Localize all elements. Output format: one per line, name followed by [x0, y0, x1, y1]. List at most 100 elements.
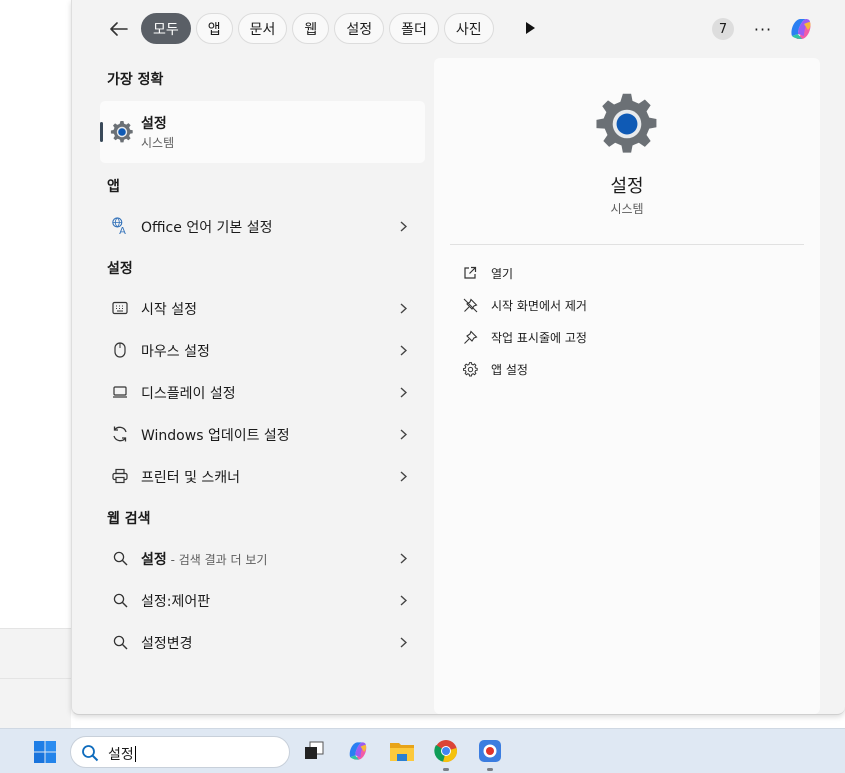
filter-documents[interactable]: 문서 [237, 13, 288, 44]
recorder-icon [479, 740, 501, 762]
copilot-taskbar-button[interactable] [345, 738, 371, 764]
display-icon [111, 383, 129, 401]
details-subtitle: 시스템 [610, 202, 644, 216]
more-options-button[interactable]: ··· [752, 18, 774, 40]
printer-icon [111, 467, 129, 485]
action-pin-taskbar[interactable]: 작업 표시줄에 고정 [462, 327, 587, 347]
chrome-button[interactable] [433, 738, 459, 764]
recorder-button[interactable] [477, 738, 503, 764]
search-icon [82, 745, 99, 762]
office-language-icon: A [111, 217, 129, 236]
app-result-office-language[interactable]: A Office 언어 기본 설정 [100, 207, 425, 245]
taskbar-search-box[interactable]: 설정 [70, 736, 290, 768]
filter-photos[interactable]: 사진 [443, 13, 494, 44]
chevron-right-icon[interactable] [396, 550, 410, 566]
filter-folders[interactable]: 폴더 [389, 13, 439, 44]
web-result-query: 설정 [141, 552, 167, 568]
back-arrow-icon [110, 22, 128, 36]
task-view-icon [305, 741, 324, 759]
file-explorer-button[interactable] [389, 738, 415, 764]
chevron-right-icon[interactable] [396, 468, 410, 484]
action-app-settings[interactable]: 앱 설정 [462, 359, 528, 379]
section-apps: 앱 [107, 179, 120, 195]
filter-all[interactable]: 모두 [141, 13, 191, 44]
action-unpin-start[interactable]: 시작 화면에서 제거 [462, 295, 587, 315]
web-result-more[interactable]: 설정 - 검색 결과 더 보기 [100, 539, 425, 577]
back-button[interactable] [108, 18, 130, 40]
keyboard-icon [111, 299, 129, 317]
setting-result-display[interactable]: 디스플레이 설정 [100, 373, 425, 411]
best-match-title: 설정 [141, 116, 167, 132]
web-result-suffix: - 검색 결과 더 보기 [166, 553, 268, 567]
filter-settings[interactable]: 설정 [334, 13, 385, 44]
section-settings: 설정 [107, 261, 133, 277]
result-count-badge: 7 [712, 18, 734, 40]
search-input-value: 설정 [108, 747, 134, 763]
setting-result-label: 시작 설정 [141, 302, 197, 318]
copilot-button[interactable] [786, 14, 816, 44]
filter-tabs: 모두 앱 문서 웹 설정 폴더 사진 [141, 13, 494, 44]
copilot-icon [791, 19, 811, 39]
chrome-icon [434, 740, 457, 762]
mouse-icon [111, 341, 129, 359]
chevron-right-icon[interactable] [396, 342, 410, 358]
play-icon [526, 22, 535, 34]
action-open[interactable]: 열기 [462, 263, 513, 283]
action-label: 열기 [491, 266, 514, 281]
web-result-control-panel[interactable]: 설정:제어판 [100, 581, 425, 619]
running-indicator [443, 768, 449, 771]
gear-icon [596, 93, 657, 153]
action-label: 앱 설정 [491, 362, 528, 377]
running-indicator [487, 768, 493, 771]
setting-result-label: 마우스 설정 [141, 344, 210, 360]
details-pane: 설정 시스템 열기 시작 화면에서 제거 작업 표시줄에 고정 앱 설정 [434, 58, 820, 714]
setting-result-label: Windows 업데이트 설정 [141, 428, 290, 444]
refresh-icon [111, 425, 129, 443]
setting-result-printer[interactable]: 프린터 및 스캐너 [100, 457, 425, 495]
open-external-icon [462, 265, 478, 281]
filter-web[interactable]: 웹 [292, 13, 330, 44]
windows-logo-icon [34, 741, 56, 763]
text-caret [134, 746, 136, 762]
search-panel: 모두 앱 문서 웹 설정 폴더 사진 7 ··· 가장 정확 설정 시스템 앱 [71, 0, 845, 715]
best-match-subtitle: 시스템 [141, 136, 175, 150]
action-label: 시작 화면에서 제거 [491, 298, 587, 313]
web-result-label: 설정 - 검색 결과 더 보기 [141, 549, 267, 569]
setting-result-mouse[interactable]: 마우스 설정 [100, 331, 425, 369]
task-view-button[interactable] [301, 738, 327, 764]
more-filters-button[interactable] [522, 20, 538, 36]
gear-icon [110, 121, 133, 143]
setting-result-windows-update[interactable]: Windows 업데이트 설정 [100, 415, 425, 453]
copilot-icon [349, 742, 367, 760]
chevron-right-icon[interactable] [396, 384, 410, 400]
web-result-change[interactable]: 설정변경 [100, 623, 425, 661]
app-result-label: Office 언어 기본 설정 [141, 220, 273, 236]
section-best-match: 가장 정확 [107, 72, 164, 88]
chevron-right-icon[interactable] [396, 218, 410, 234]
selection-indicator [100, 122, 103, 142]
section-web-search: 웹 검색 [107, 511, 151, 527]
svg-text:A: A [119, 226, 126, 236]
start-button[interactable] [33, 740, 57, 764]
background-divider [0, 678, 71, 679]
pin-icon [462, 329, 478, 345]
filter-apps[interactable]: 앱 [195, 13, 233, 44]
search-icon [111, 591, 129, 609]
search-icon [111, 549, 129, 567]
search-input[interactable]: 설정 [108, 744, 136, 764]
file-explorer-icon [390, 743, 414, 761]
unpin-icon [462, 297, 478, 313]
web-result-label: 설정변경 [141, 636, 193, 652]
action-label: 작업 표시줄에 고정 [491, 330, 587, 345]
details-divider [450, 244, 804, 245]
setting-result-label: 디스플레이 설정 [141, 386, 236, 402]
setting-result-start[interactable]: 시작 설정 [100, 289, 425, 327]
chevron-right-icon[interactable] [396, 300, 410, 316]
chevron-right-icon[interactable] [396, 634, 410, 650]
setting-result-label: 프린터 및 스캐너 [141, 470, 241, 486]
chevron-right-icon[interactable] [396, 592, 410, 608]
chevron-right-icon[interactable] [396, 426, 410, 442]
best-match-result[interactable]: 설정 시스템 [100, 101, 425, 163]
taskbar: 설정 [0, 728, 845, 773]
search-icon [111, 633, 129, 651]
